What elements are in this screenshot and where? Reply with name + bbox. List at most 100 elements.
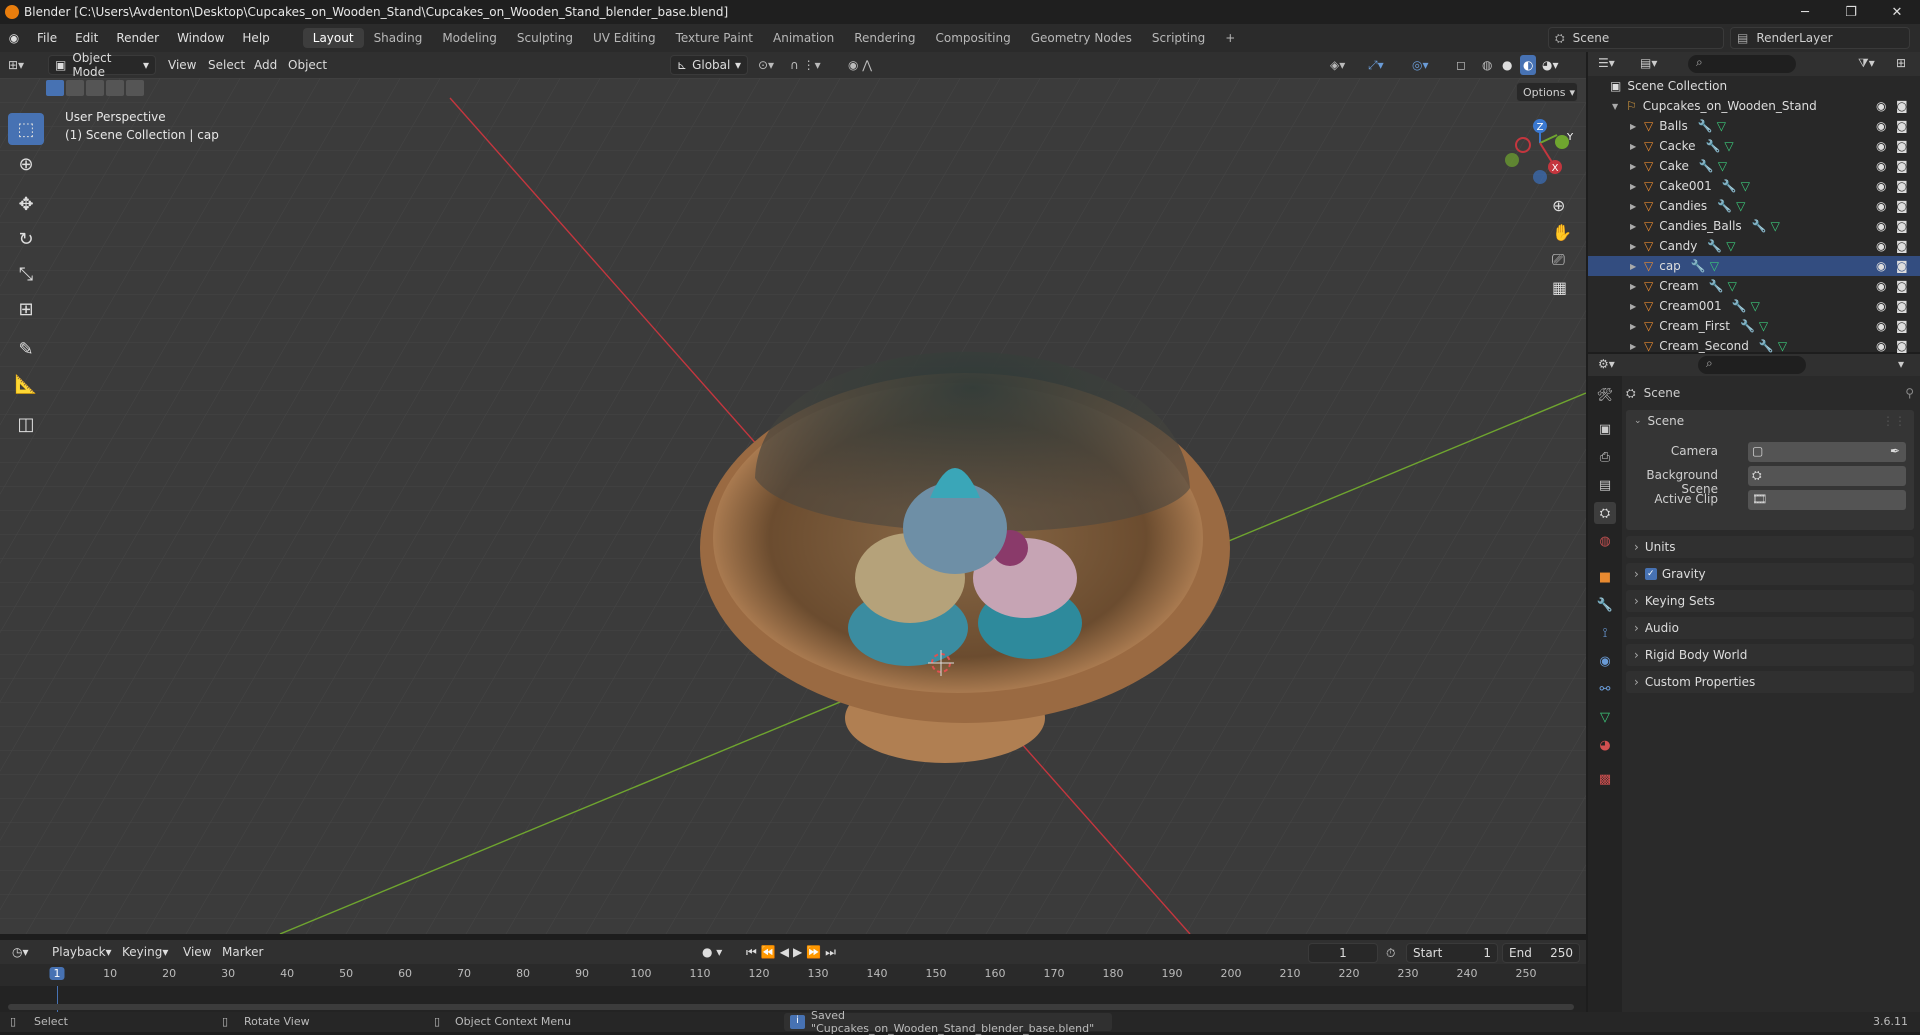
eye-icon[interactable]: ◉ (1876, 139, 1886, 153)
camera-icon[interactable]: ◙ (1896, 179, 1908, 193)
menu-window[interactable]: Window (168, 31, 233, 45)
menu-add[interactable]: Add (254, 55, 277, 75)
mesh-data-icon[interactable]: ▽ (1736, 199, 1745, 213)
modifier-icon[interactable]: 🔧 (1698, 119, 1713, 133)
select-subtract-icon[interactable] (86, 80, 104, 96)
add-workspace-button[interactable]: + (1215, 28, 1245, 48)
modifier-icon[interactable]: 🔧 (1709, 279, 1724, 293)
constraints-tab-icon[interactable]: ⚯ (1594, 678, 1616, 700)
proportional-edit-icon[interactable]: ◉ ⋀ (848, 55, 872, 75)
eyedropper-icon[interactable]: ✒ (1890, 444, 1900, 458)
camera-icon[interactable]: ◙ (1896, 319, 1908, 333)
eye-icon[interactable]: ◉ (1876, 259, 1886, 273)
background-scene-field[interactable]: ⛭ (1748, 466, 1906, 486)
shading-wireframe-icon[interactable]: ◍ (1482, 55, 1492, 75)
material-tab-icon[interactable]: ◕ (1594, 734, 1616, 756)
scale-tool-icon[interactable]: ⤡ (8, 258, 44, 290)
outliner-editor-icon[interactable]: ☰▾ (1598, 56, 1615, 70)
expand-triangle-icon[interactable]: ▶ (1630, 142, 1644, 151)
select-new-icon[interactable] (46, 80, 64, 96)
scene-panel-header[interactable]: ⌄ Scene (1634, 414, 1684, 428)
pivot-icon[interactable]: ⊙▾ (758, 55, 774, 75)
eye-icon[interactable]: ◉ (1876, 219, 1886, 233)
tab-compositing[interactable]: Compositing (925, 28, 1020, 48)
modifier-icon[interactable]: 🔧 (1699, 159, 1714, 173)
expand-triangle-icon[interactable]: ▶ (1630, 202, 1644, 211)
properties-search-input[interactable]: ⌕ (1698, 356, 1806, 374)
eye-icon[interactable]: ◉ (1876, 199, 1886, 213)
measure-tool-icon[interactable]: 📐 (8, 368, 44, 400)
outliner-search-input[interactable]: ⌕ (1688, 55, 1796, 73)
add-cube-tool-icon[interactable]: ◫ (8, 408, 44, 440)
eye-icon[interactable]: ◉ (1876, 159, 1886, 173)
modifier-icon[interactable]: 🔧 (1759, 339, 1774, 353)
select-intersect-icon[interactable] (126, 80, 144, 96)
modifier-tab-icon[interactable]: 🔧 (1594, 594, 1616, 616)
tab-rendering[interactable]: Rendering (844, 28, 925, 48)
tab-sculpting[interactable]: Sculpting (507, 28, 583, 48)
eye-icon[interactable]: ◉ (1876, 279, 1886, 293)
modifier-icon[interactable]: 🔧 (1732, 299, 1747, 313)
close-button[interactable]: ✕ (1874, 0, 1920, 24)
timeline-scrollbar[interactable] (8, 1004, 1574, 1010)
units-panel[interactable]: › Units (1626, 536, 1914, 558)
modifier-icon[interactable]: 🔧 (1705, 139, 1720, 153)
camera-icon[interactable]: ◙ (1896, 299, 1908, 313)
camera-icon[interactable]: ◙ (1896, 279, 1908, 293)
expand-triangle-icon[interactable]: ▶ (1630, 162, 1644, 171)
menu-edit[interactable]: Edit (66, 31, 107, 45)
texture-tab-icon[interactable]: ▩ (1594, 768, 1616, 790)
mesh-data-icon[interactable]: ▽ (1710, 259, 1719, 273)
minimize-button[interactable]: ─ (1782, 0, 1828, 24)
menu-render[interactable]: Render (107, 31, 168, 45)
outliner-object-row[interactable]: ▶ ▽ Cream_Second 🔧 ▽ ◉ ◙ (1588, 336, 1920, 356)
select-invert-icon[interactable] (106, 80, 124, 96)
eye-icon[interactable]: ◉ (1876, 119, 1886, 133)
pan-hand-icon[interactable]: ✋ (1552, 223, 1572, 242)
ortho-grid-icon[interactable]: ▦ (1552, 278, 1572, 297)
menu-timeline-view[interactable]: View (183, 942, 211, 962)
camera-view-icon[interactable]: ⎚ (1552, 250, 1572, 270)
move-tool-icon[interactable]: ✥ (8, 188, 44, 220)
mesh-data-icon[interactable]: ▽ (1726, 239, 1735, 253)
mesh-data-icon[interactable]: ▽ (1724, 139, 1733, 153)
eye-icon[interactable]: ◉ (1876, 319, 1886, 333)
outliner-scene-collection[interactable]: ▣ Scene Collection (1588, 76, 1920, 96)
maximize-button[interactable]: ❐ (1828, 0, 1874, 24)
camera-field[interactable]: ▢ ✒ (1748, 442, 1906, 462)
outliner-object-row[interactable]: ▶ ▽ Cacke 🔧 ▽ ◉ ◙ (1588, 136, 1920, 156)
end-frame-field[interactable]: End 250 (1502, 943, 1580, 963)
camera-icon[interactable]: ◙ (1896, 199, 1908, 213)
stopwatch-icon[interactable]: ⏱ (1386, 943, 1395, 963)
snap-icon[interactable]: ∩ ⋮▾ (790, 55, 821, 75)
clock-editor-icon[interactable]: ◷▾ (12, 942, 29, 962)
gravity-checkbox[interactable]: ✓ (1644, 568, 1657, 580)
playback-controls[interactable]: ⏮⏪◀▶⏩⏭ (746, 942, 840, 962)
mesh-data-icon[interactable]: ▽ (1751, 299, 1760, 313)
cursor-tool-icon[interactable]: ⊕ (8, 148, 44, 180)
tab-texture-paint[interactable]: Texture Paint (666, 28, 763, 48)
3d-viewport[interactable]: Z Y X User Perspective (1) Scene Collect… (0, 78, 1586, 934)
camera-icon[interactable]: ◙ (1896, 259, 1908, 273)
view-layer-selector[interactable]: ▤ RenderLayer (1730, 27, 1910, 49)
expand-triangle-icon[interactable]: ▶ (1630, 342, 1644, 351)
eye-icon[interactable]: ◉ (1876, 179, 1886, 193)
world-tab-icon[interactable]: ◍ (1594, 530, 1616, 552)
gravity-panel[interactable]: › ✓ Gravity (1626, 563, 1914, 585)
expand-triangle-icon[interactable]: ▼ (1612, 102, 1626, 111)
orientation-dropdown[interactable]: ⊾ Global ▾ (670, 55, 748, 75)
scene-tab-icon[interactable]: ⛭ (1594, 502, 1616, 524)
shading-material-icon[interactable]: ◐ (1520, 55, 1537, 75)
eye-icon[interactable]: ◉ (1876, 239, 1886, 253)
keyframe-record-icon[interactable]: ● ▾ (702, 942, 722, 962)
scene-selector[interactable]: ⛭ Scene (1548, 27, 1724, 49)
tab-modeling[interactable]: Modeling (432, 28, 507, 48)
menu-select[interactable]: Select (208, 55, 245, 75)
outliner-object-row[interactable]: ▶ ▽ Cake001 🔧 ▽ ◉ ◙ (1588, 176, 1920, 196)
expand-triangle-icon[interactable]: ▶ (1630, 182, 1644, 191)
options-dropdown[interactable]: Options ▾ (1516, 82, 1578, 102)
pin-icon[interactable]: ⚲ (1905, 386, 1914, 400)
expand-triangle-icon[interactable]: ▶ (1630, 242, 1644, 251)
modifier-icon[interactable]: 🔧 (1740, 319, 1755, 333)
eye-icon[interactable]: ◉ (1876, 99, 1886, 113)
